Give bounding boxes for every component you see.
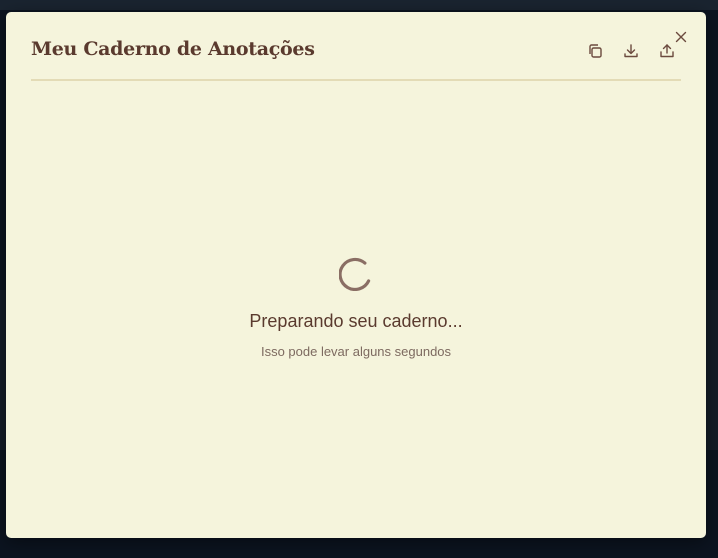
close-button[interactable] xyxy=(670,26,692,48)
close-icon xyxy=(675,31,687,43)
download-button[interactable] xyxy=(620,40,642,62)
loading-title: Preparando seu caderno... xyxy=(249,311,463,331)
download-icon xyxy=(624,44,638,58)
loading-spinner-icon xyxy=(338,257,373,291)
modal-title: Meu Caderno de Anotações xyxy=(31,38,315,60)
background-header xyxy=(0,0,718,10)
header-divider xyxy=(31,79,681,81)
copy-button[interactable] xyxy=(584,40,606,62)
loading-state: Preparando seu caderno... Isso pode leva… xyxy=(6,257,706,359)
loading-subtitle: Isso pode levar alguns segundos xyxy=(260,344,452,359)
notebook-modal: Meu Caderno de Anotações Preparando seu … xyxy=(6,12,706,538)
copy-icon xyxy=(589,44,602,58)
